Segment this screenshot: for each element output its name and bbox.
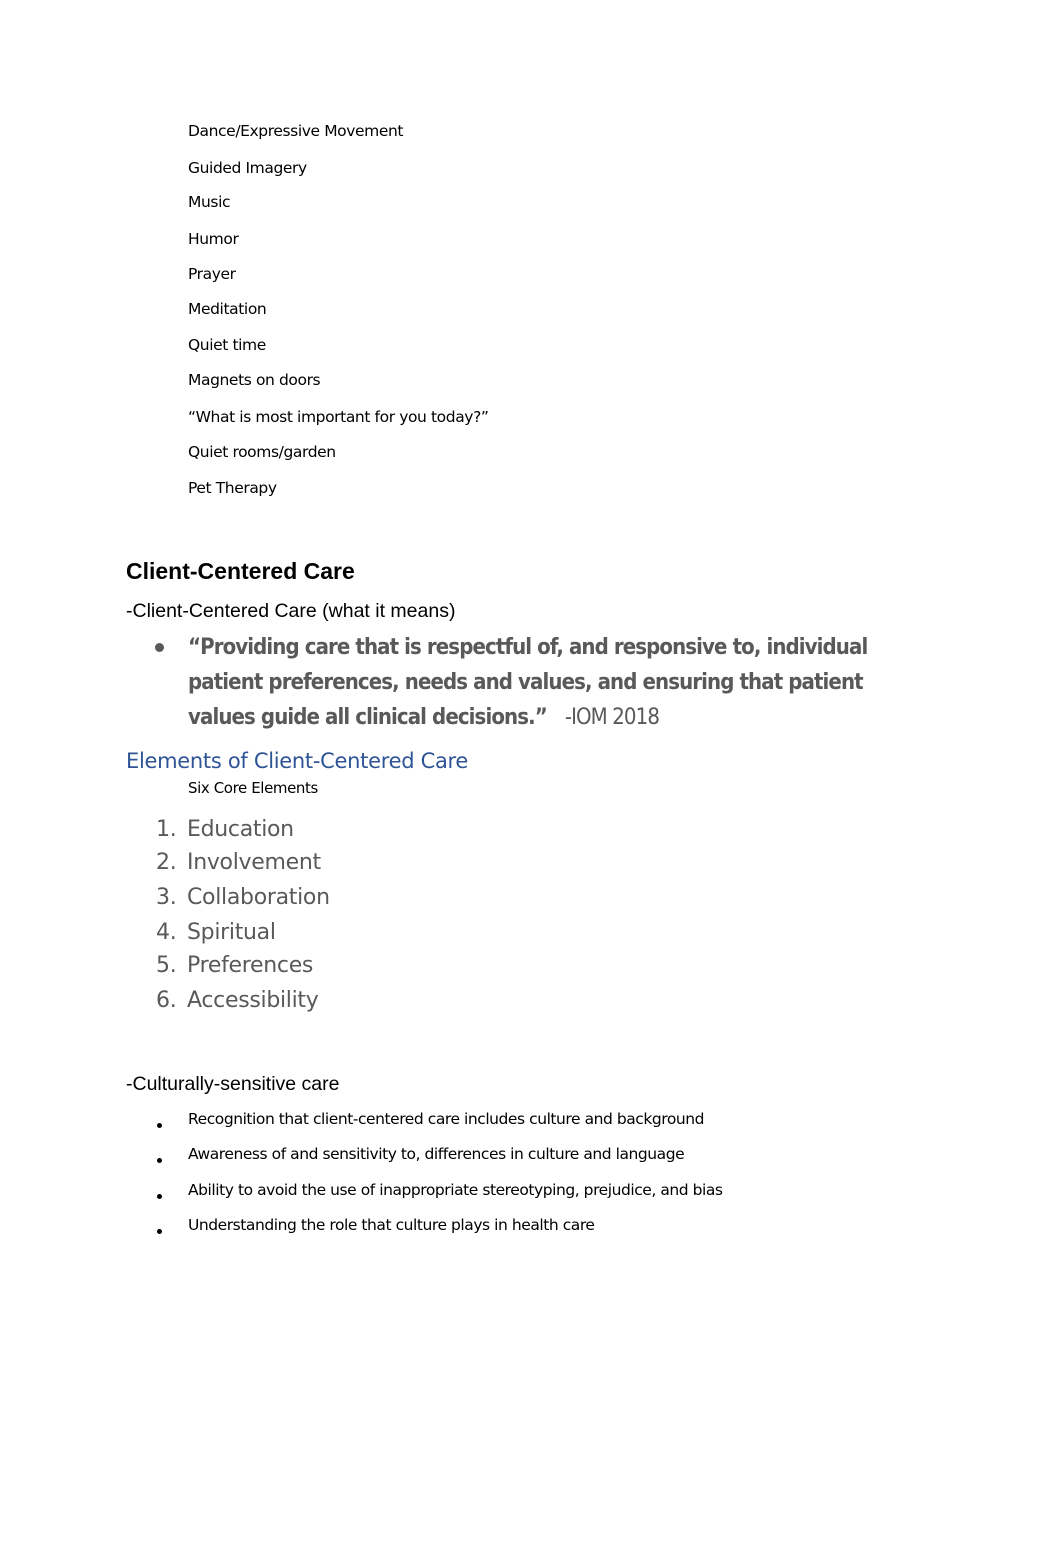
therapy-item: Dance/Expressive Movement: [188, 122, 404, 140]
item-number: 2.: [156, 850, 177, 875]
iom-quote: “Providing care that is respectful of, a…: [188, 630, 928, 735]
therapy-item: Meditation: [188, 300, 267, 318]
quote-source: -IOM 2018: [564, 705, 660, 730]
item-number: 1.: [156, 817, 177, 842]
core-element-item: 2. Involvement: [156, 850, 321, 875]
bullet-icon: [157, 1194, 162, 1199]
item-label: Accessibility: [187, 988, 319, 1013]
therapy-item: Magnets on doors: [188, 371, 321, 389]
core-element-item: 6. Accessibility: [156, 988, 319, 1013]
bullet-icon: [157, 1123, 162, 1128]
core-element-item: 4. Spiritual: [156, 920, 276, 945]
quote-text: “Providing care that is respectful of, a…: [188, 635, 868, 730]
therapy-item: “What is most important for you today?”: [188, 408, 489, 426]
therapy-item: Quiet time: [188, 336, 266, 354]
item-label: Involvement: [187, 850, 321, 875]
cultural-item: Ability to avoid the use of inappropriat…: [188, 1181, 723, 1199]
therapy-item: Prayer: [188, 265, 236, 283]
culturally-sensitive-heading: -Culturally-sensitive care: [126, 1073, 340, 1095]
bullet-icon: [155, 643, 164, 652]
bullet-icon: [157, 1158, 162, 1163]
section-heading-client-centered-care: Client-Centered Care: [126, 558, 355, 584]
item-label: Collaboration: [187, 885, 330, 910]
item-number: 6.: [156, 988, 177, 1013]
client-centered-subheading: -Client-Centered Care (what it means): [126, 600, 456, 622]
item-label: Spiritual: [187, 920, 276, 945]
cultural-item: Recognition that client-centered care in…: [188, 1110, 705, 1128]
therapy-item: Music: [188, 193, 231, 211]
item-number: 3.: [156, 885, 177, 910]
therapy-item: Humor: [188, 230, 239, 248]
therapy-item: Quiet rooms/garden: [188, 443, 336, 461]
core-element-item: 1. Education: [156, 817, 294, 842]
therapy-item: Pet Therapy: [188, 479, 277, 497]
core-element-item: 3. Collaboration: [156, 885, 330, 910]
core-element-item: 5. Preferences: [156, 953, 313, 978]
item-label: Education: [187, 817, 294, 842]
elements-subheading: Six Core Elements: [188, 779, 318, 797]
cultural-item: Understanding the role that culture play…: [188, 1216, 595, 1234]
elements-heading: Elements of Client-Centered Care: [126, 749, 469, 773]
item-number: 4.: [156, 920, 177, 945]
item-number: 5.: [156, 953, 177, 978]
bullet-icon: [157, 1229, 162, 1234]
item-label: Preferences: [187, 953, 314, 978]
therapy-item: Guided Imagery: [188, 159, 307, 177]
cultural-item: Awareness of and sensitivity to, differe…: [188, 1145, 685, 1163]
